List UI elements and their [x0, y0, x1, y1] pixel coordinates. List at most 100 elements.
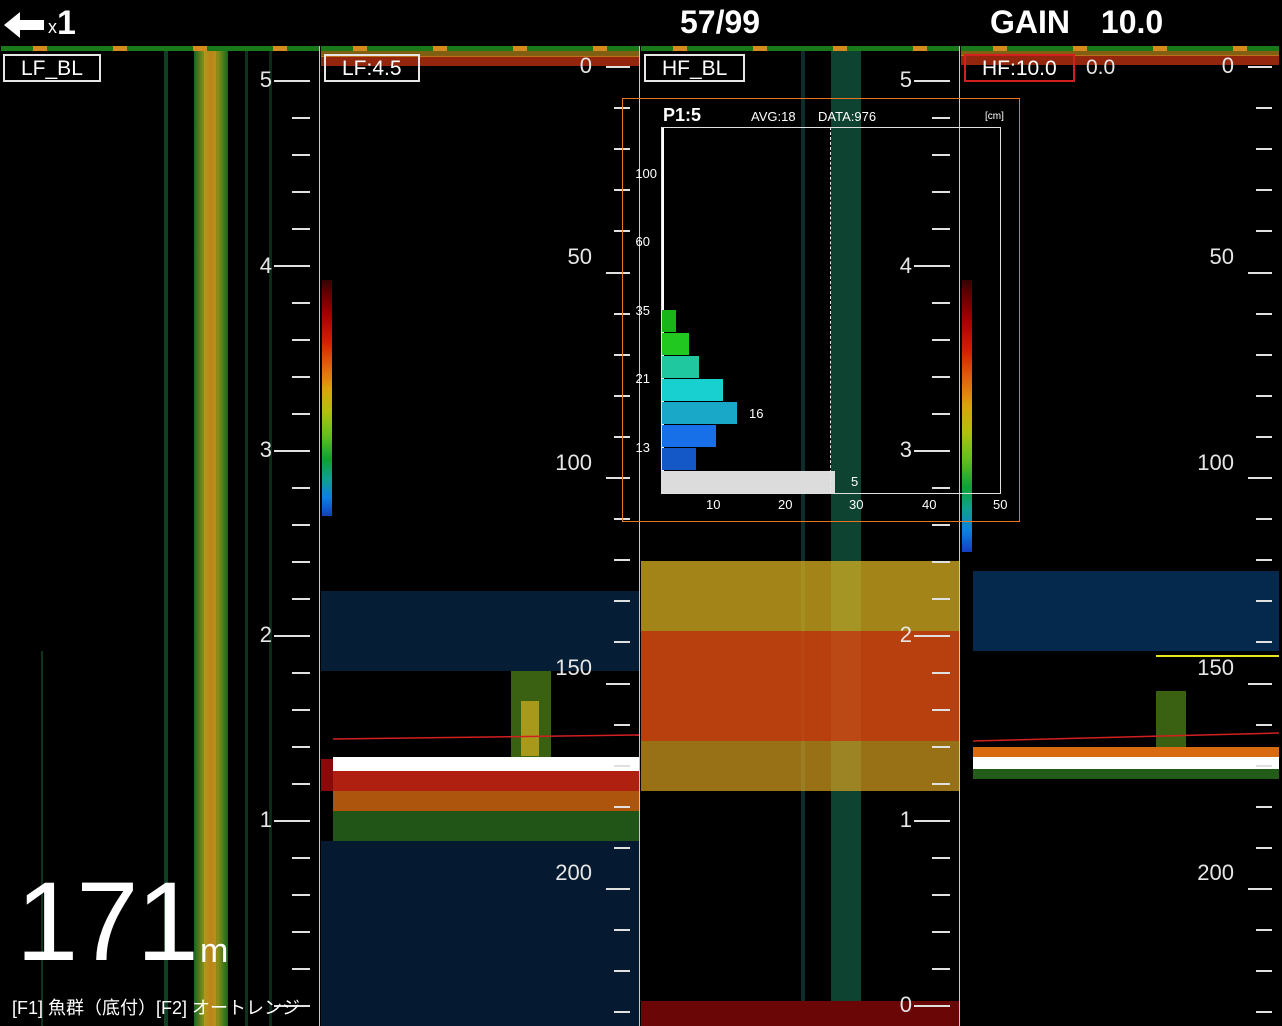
scale-tick: [932, 524, 950, 526]
back-button[interactable]: x 1: [4, 6, 76, 40]
scale-label: 1: [899, 807, 912, 832]
scale-tick: [606, 66, 630, 68]
scale-label: 0: [899, 992, 912, 1017]
histogram-bar-label: 5: [851, 474, 859, 489]
scale-tick: [292, 117, 310, 119]
histogram-bar: [662, 471, 835, 493]
scale-tick: [1256, 518, 1272, 520]
scale-label: 0: [579, 53, 592, 78]
panel-tag-lf-bl[interactable]: LF_BL: [3, 54, 101, 82]
scale-tick: [292, 931, 310, 933]
scale-tick: [292, 894, 310, 896]
histogram-bar-label: 16: [749, 406, 764, 421]
scale-tick: [292, 598, 310, 600]
scale-tick: [1256, 724, 1272, 726]
gain-label: GAIN: [990, 4, 1070, 40]
scale-label: 2: [899, 622, 912, 647]
scale-tick: [1256, 354, 1272, 356]
scale-tick: [932, 857, 950, 859]
histogram-title: P1:5: [663, 105, 702, 125]
scale-tick: [1256, 436, 1272, 438]
scale-tick: [932, 746, 950, 748]
histogram-data-count: DATA:976: [818, 109, 877, 124]
scale-label: 150: [1197, 655, 1234, 680]
histogram-y-label: 60: [635, 234, 650, 249]
histogram-bar: [662, 379, 723, 401]
scale-tick: [274, 635, 310, 637]
scale-tick: [614, 724, 630, 726]
scale-tick: [606, 888, 630, 890]
arrow-left-icon: [4, 12, 44, 38]
scale-tick: [614, 600, 630, 602]
scale-tick: [292, 783, 310, 785]
scale-label: 50: [1209, 244, 1234, 269]
histogram-x-label: 50: [993, 497, 1008, 512]
top-bar: x 1 57/99 GAIN 10.0: [0, 0, 1282, 46]
scale-tick: [1256, 847, 1272, 849]
scale-label: 5: [899, 67, 912, 92]
histogram-average: AVG:18: [751, 109, 796, 124]
multiplier-x: x: [48, 17, 57, 37]
scale-tick: [1256, 929, 1272, 931]
scale-tick: [292, 339, 310, 341]
scale-tick: [1256, 970, 1272, 972]
hf-offset-value: 0.0: [1086, 56, 1116, 79]
scale-tick: [1256, 806, 1272, 808]
histogram-y-label: 13: [635, 440, 650, 455]
depth-unit: m: [200, 932, 229, 970]
scale-tick: [274, 265, 310, 267]
scale-tick: [292, 561, 310, 563]
panel-tag-lf[interactable]: LF:4.5: [324, 54, 420, 82]
histogram-x-label: 20: [778, 497, 793, 512]
scale-tick: [292, 857, 310, 859]
scale-tick: [932, 894, 950, 896]
scale-tick: [932, 561, 950, 563]
scale-label: 50: [567, 244, 592, 269]
scale-tick: [1256, 107, 1272, 109]
panel-divider: [319, 46, 320, 1026]
panel-tag-hf[interactable]: HF:10.0: [964, 54, 1075, 82]
histogram-y-label: 35: [635, 303, 650, 318]
scale-tick: [614, 970, 630, 972]
scale-tick: [614, 929, 630, 931]
scale-tick: [292, 228, 310, 230]
scale-tick: [274, 450, 310, 452]
scale-tick: [932, 672, 950, 674]
scale-tick: [614, 765, 630, 767]
histogram-unit: [cm]: [985, 111, 1004, 122]
record-counter: 57/99: [680, 4, 761, 40]
scale-label: 3: [259, 437, 272, 462]
scale-label: 0: [1221, 53, 1234, 78]
scale-tick: [932, 709, 950, 711]
color-scale-bar-lf: [322, 280, 332, 516]
scale-label: 100: [555, 450, 592, 475]
scale-tick: [1248, 66, 1272, 68]
scale-tick: [1256, 189, 1272, 191]
scale-label: 4: [259, 253, 272, 278]
scale-tick: [914, 820, 950, 822]
scale-tick: [914, 635, 950, 637]
scale-tick: [1256, 600, 1272, 602]
scale-tick: [292, 524, 310, 526]
histogram-bar: [662, 333, 689, 355]
panel-tag-hf-bl[interactable]: HF_BL: [644, 54, 746, 82]
scale-tick: [606, 683, 630, 685]
scale-tick: [614, 806, 630, 808]
scale-tick: [1248, 272, 1272, 274]
histogram-bar: [662, 425, 716, 447]
scale-tick: [1256, 313, 1272, 315]
scale-tick: [1256, 230, 1272, 232]
scale-tick: [292, 376, 310, 378]
scale-tick: [1256, 641, 1272, 643]
scale-tick: [274, 80, 310, 82]
scale-tick: [1248, 683, 1272, 685]
gain-readout[interactable]: GAIN 10.0: [990, 4, 1163, 41]
scale-tick: [932, 968, 950, 970]
scale-tick: [914, 80, 950, 82]
scale-tick: [292, 191, 310, 193]
scale-label: 200: [1197, 860, 1234, 885]
histogram-y-label: 100: [635, 166, 657, 181]
histogram-bar: [662, 402, 737, 424]
scale-label: 150: [555, 655, 592, 680]
fish-size-histogram-popup[interactable]: P1:5 AVG:18 DATA:976 [cm] 100 60 35 21 1…: [622, 98, 1020, 522]
